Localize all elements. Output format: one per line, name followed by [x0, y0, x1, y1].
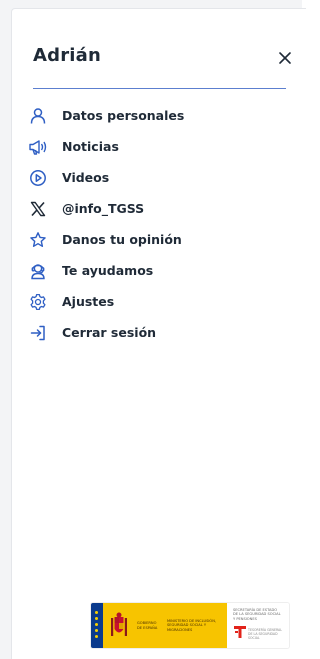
app-screen: Adrián Datos personales Noticias Videos … — [0, 0, 306, 659]
user-icon — [24, 106, 52, 126]
gobierno-text: GOBIERNO DE ESPAÑA — [137, 621, 158, 630]
drawer-menu: Datos personales Noticias Videos @info_T… — [24, 100, 184, 348]
drawer-header: Adrián — [12, 9, 306, 89]
menu-label: Datos personales — [62, 108, 185, 123]
header-divider — [33, 88, 286, 89]
government-logos-footer: GOBIERNO DE ESPAÑA MINISTERIO DE INCLUSI… — [91, 603, 289, 648]
tgss-logo: SECRETARÍA DE ESTADO DE LA SEGURIDAD SOC… — [227, 603, 289, 648]
support-agent-icon — [24, 261, 52, 281]
logout-icon — [24, 323, 52, 343]
menu-item-datos-personales[interactable]: Datos personales — [24, 100, 184, 131]
tgss-mark-icon — [233, 624, 247, 643]
menu-label: @info_TGSS — [62, 201, 145, 216]
star-icon — [24, 230, 52, 250]
eu-flag-icon — [91, 603, 103, 648]
menu-item-noticias[interactable]: Noticias — [24, 131, 184, 162]
menu-item-cerrar-sesion[interactable]: Cerrar sesión — [24, 317, 184, 348]
menu-label: Danos tu opinión — [62, 232, 182, 247]
user-name-title: Adrián — [33, 45, 102, 66]
secretaria-text: SECRETARÍA DE ESTADO DE LA SEGURIDAD SOC… — [233, 608, 281, 621]
menu-label: Videos — [62, 170, 110, 185]
ministerio-text: MINISTERIO DE INCLUSIÓN, SEGURIDAD SOCIA… — [167, 618, 217, 632]
menu-item-info-tgss[interactable]: @info_TGSS — [24, 193, 184, 224]
gobierno-espana-logo: GOBIERNO DE ESPAÑA MINISTERIO DE INCLUSI… — [103, 603, 227, 648]
x-logo-icon — [24, 199, 52, 219]
menu-item-ajustes[interactable]: Ajustes — [24, 286, 184, 317]
menu-label: Noticias — [62, 139, 119, 154]
menu-label: Ajustes — [62, 294, 115, 309]
menu-label: Cerrar sesión — [62, 325, 157, 340]
side-drawer: Adrián Datos personales Noticias Videos … — [11, 8, 306, 659]
close-icon[interactable] — [276, 49, 294, 67]
menu-item-videos[interactable]: Videos — [24, 162, 184, 193]
menu-item-danos-tu-opinion[interactable]: Danos tu opinión — [24, 224, 184, 255]
menu-label: Te ayudamos — [62, 263, 154, 278]
megaphone-icon — [24, 137, 52, 157]
gear-icon — [24, 292, 52, 312]
menu-item-te-ayudamos[interactable]: Te ayudamos — [24, 255, 184, 286]
tesoreria-text: TESORERÍA GENERAL DE LA SEGURIDAD SOCIAL — [248, 628, 282, 640]
play-circle-icon — [24, 168, 52, 188]
spain-coat-of-arms-icon — [109, 611, 129, 641]
